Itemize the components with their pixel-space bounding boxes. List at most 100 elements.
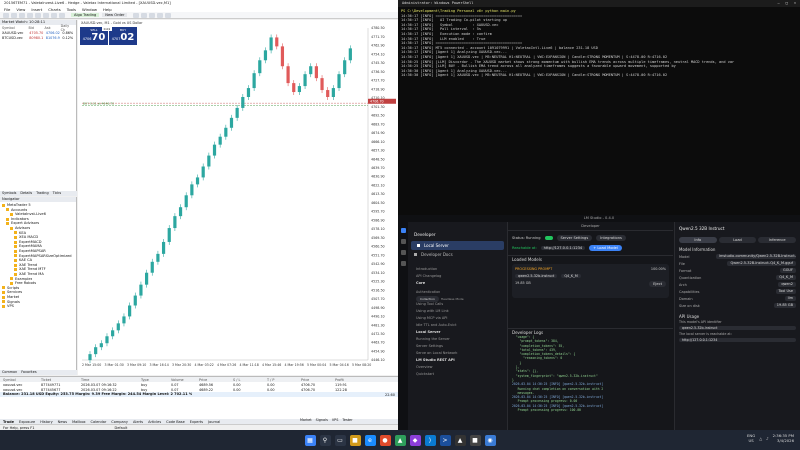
signals-button[interactable]: Signals bbox=[316, 418, 328, 422]
lm-studio-icon[interactable]: ■ bbox=[469, 434, 481, 446]
vscode-icon[interactable]: ⟩ bbox=[424, 434, 436, 446]
wifi-icon[interactable]: △ bbox=[759, 436, 762, 441]
menu-item[interactable]: Tools bbox=[67, 7, 76, 12]
toolbar-button[interactable] bbox=[133, 12, 140, 18]
docs-item[interactable]: Using with LM Link bbox=[416, 309, 499, 316]
toolbar-button[interactable] bbox=[11, 12, 17, 18]
trade-row[interactable]: xauusd.vec 877449771 2026.03.07 09:16:32 bu… bbox=[0, 382, 398, 387]
toolbar-button[interactable] bbox=[35, 12, 41, 18]
menu-item[interactable]: Insert bbox=[31, 7, 42, 12]
reachable-url[interactable]: http://127.0.0.1:1234 bbox=[540, 246, 586, 250]
models-icon[interactable] bbox=[400, 250, 406, 255]
algo-trading-button[interactable]: Algo Trading bbox=[71, 12, 100, 18]
model-panel-tab[interactable]: Inference bbox=[758, 237, 797, 243]
trade-col-header[interactable]: Price bbox=[199, 378, 233, 382]
docs-item[interactable]: Running the Server bbox=[416, 337, 499, 344]
docs-item[interactable]: Overview bbox=[416, 365, 499, 372]
docs-item[interactable]: Using MCP via API bbox=[416, 316, 499, 323]
trade-col-header[interactable]: Profit bbox=[335, 378, 365, 382]
toolbar-button[interactable] bbox=[3, 12, 9, 18]
trade-col-header[interactable]: Price bbox=[301, 378, 335, 382]
trade-col-header[interactable]: Time bbox=[81, 378, 141, 382]
load-model-button[interactable]: + Load Model bbox=[589, 245, 622, 251]
chat-icon[interactable] bbox=[400, 228, 406, 233]
loaded-model-card[interactable]: PROCESSING PROMPT 100.00% qwen2.5-32b-ins… bbox=[512, 264, 669, 298]
language-indicator[interactable]: ENG US bbox=[747, 433, 755, 443]
menu-item[interactable]: File bbox=[4, 7, 10, 12]
market-watch-tab[interactable]: Details bbox=[20, 191, 32, 196]
mt5-icon[interactable]: ▲ bbox=[454, 434, 466, 446]
toolbar-button[interactable] bbox=[27, 12, 33, 18]
market-watch-tab[interactable]: Ticks bbox=[53, 191, 62, 196]
nav-local-server[interactable]: Local Server bbox=[411, 241, 504, 251]
model-panel-tab[interactable]: Load bbox=[718, 237, 757, 243]
market-watch-row[interactable]: XAUUSD.vec 4705.70 4706.02 0.86% bbox=[0, 30, 76, 35]
navigator-item[interactable]: VPS bbox=[2, 304, 74, 309]
market-watch-row[interactable]: BTCUSD.vec 80980.1 81076.9 0.12% bbox=[0, 35, 76, 40]
trade-col-header[interactable]: Symbol bbox=[3, 378, 41, 382]
docs-item[interactable]: Introduction bbox=[416, 267, 499, 274]
integrations-button[interactable]: Integrations bbox=[596, 235, 626, 241]
api-identifier[interactable]: qwen2.5-32b-instruct bbox=[679, 326, 796, 331]
docs-item[interactable]: Quickstart bbox=[416, 372, 499, 379]
server-toggle[interactable] bbox=[544, 236, 553, 240]
navigator-tab[interactable]: Favorites bbox=[21, 370, 36, 375]
chrome-icon[interactable]: ◉ bbox=[484, 434, 496, 446]
price-chart[interactable]: 4780.50 4771.70 4762.90 4754.10 4745.30 4736.… bbox=[78, 20, 398, 375]
minimize-icon[interactable]: — bbox=[777, 1, 779, 6]
nav-developer-docs[interactable]: Developer Docs bbox=[408, 250, 507, 259]
toolbar-button[interactable] bbox=[157, 12, 164, 18]
search-icon[interactable]: ⚲ bbox=[319, 434, 331, 446]
store-icon[interactable]: ▲ bbox=[394, 434, 406, 446]
volume-icon[interactable]: ♪ bbox=[766, 436, 768, 441]
app-icon[interactable]: ◆ bbox=[409, 434, 421, 446]
office-icon[interactable]: ● bbox=[379, 434, 391, 446]
close-icon[interactable]: ✕ bbox=[794, 1, 796, 6]
docs-item[interactable]: Server Settings bbox=[416, 344, 499, 351]
toolbar-button[interactable] bbox=[165, 12, 172, 18]
developer-logs[interactable]: "usage": { "prompt_tokens": 384, "comple… bbox=[508, 335, 673, 425]
model-identifier[interactable]: qwen2.5-32b-instruct bbox=[515, 274, 558, 278]
trade-col-header[interactable]: Ticket bbox=[41, 378, 81, 382]
task-view-icon[interactable]: ▭ bbox=[334, 434, 346, 446]
trade-col-header[interactable]: T / P bbox=[267, 378, 301, 382]
menu-item[interactable]: Charts bbox=[48, 7, 60, 12]
eject-button[interactable]: Eject bbox=[649, 281, 666, 287]
tester-button[interactable]: Tester bbox=[342, 418, 352, 422]
docs-item[interactable]: Idle TTL and Auto-Evict bbox=[416, 323, 499, 330]
market-watch-tab[interactable]: Trading bbox=[36, 191, 48, 196]
toolbar-button[interactable] bbox=[141, 12, 148, 18]
search-icon[interactable] bbox=[400, 261, 406, 266]
model-panel-tab[interactable]: Info bbox=[679, 237, 717, 243]
start-icon[interactable]: ▦ bbox=[304, 434, 316, 446]
menu-item[interactable]: Help bbox=[103, 7, 112, 12]
menu-item[interactable]: View bbox=[16, 7, 25, 12]
menu-item[interactable]: Window bbox=[82, 7, 97, 12]
navigator-tab[interactable]: Common bbox=[2, 370, 17, 375]
file-explorer-icon[interactable]: ■ bbox=[349, 434, 361, 446]
docs-item[interactable]: Serve on Local Network bbox=[416, 351, 499, 358]
market-watch-tab[interactable]: Symbols bbox=[2, 191, 16, 196]
toolbar-button[interactable] bbox=[51, 12, 57, 18]
terminal-output[interactable]: PS C:\Development\Trading Personal v6> p… bbox=[398, 7, 800, 80]
terminal-icon[interactable]: > bbox=[439, 434, 451, 446]
trade-row[interactable]: xauusd.vec 877445677 2026.03.07 09:16:22 bu… bbox=[0, 387, 398, 392]
reachable-note-url[interactable]: http://127.0.0.1:1234 bbox=[679, 338, 796, 343]
trade-col-header[interactable]: S / L bbox=[233, 378, 267, 382]
vps-button[interactable]: VPS bbox=[332, 418, 339, 422]
maximize-icon[interactable]: □ bbox=[786, 1, 788, 6]
market-button[interactable]: Market bbox=[300, 418, 312, 422]
new-order-button[interactable]: New Order bbox=[102, 12, 128, 18]
toolbar-button[interactable] bbox=[59, 12, 65, 18]
docs-item[interactable]: API Changelog bbox=[416, 274, 499, 281]
auth-row[interactable]: Authentication bbox=[416, 288, 499, 295]
edge-icon[interactable]: e bbox=[364, 434, 376, 446]
toolbar-button[interactable] bbox=[19, 12, 25, 18]
toolbar-button[interactable] bbox=[149, 12, 156, 18]
developer-icon[interactable] bbox=[400, 239, 406, 244]
trade-col-header[interactable]: Type bbox=[141, 378, 171, 382]
trade-col-header[interactable]: Volume bbox=[171, 378, 199, 382]
toolbar-button[interactable] bbox=[43, 12, 49, 18]
clock[interactable]: 2:36:35 PM 3/4/2026 bbox=[773, 433, 794, 443]
server-settings-button[interactable]: Server Settings bbox=[556, 235, 593, 241]
